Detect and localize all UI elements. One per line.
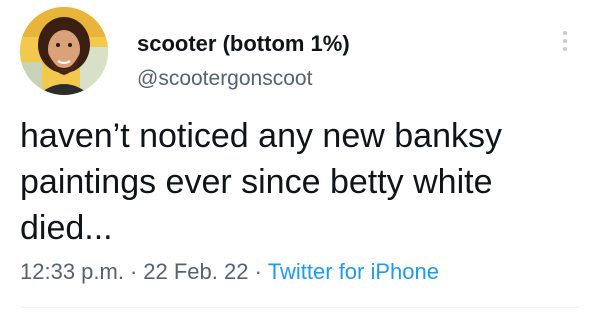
avatar-image [20,7,108,95]
divider [20,307,580,308]
tweet-source-link[interactable]: Twitter for iPhone [268,259,439,284]
avatar[interactable] [20,7,108,95]
tweet-card: scooter (bottom 1%) @scootergonscoot hav… [0,0,600,315]
display-name[interactable]: scooter (bottom 1%) [137,31,350,57]
tweet-header: scooter (bottom 1%) @scootergonscoot [20,5,580,95]
tweet-meta: 12:33 p.m. · 22 Feb. 22 · Twitter for iPhone [20,259,439,285]
tweet-text-line: died... [20,209,113,247]
tweet-text: haven’t noticed any new banksy paintings… [20,113,580,251]
tweet-time[interactable]: 12:33 p.m. [20,259,124,284]
meta-separator: · [254,259,262,284]
tweet-text-line: haven’t noticed any new banksy [20,117,502,155]
more-vertical-icon[interactable] [560,31,570,57]
meta-separator: · [129,259,138,284]
tweet-date[interactable]: 22 Feb. 22 [143,259,248,284]
user-handle[interactable]: @scootergonscoot [137,67,312,91]
tweet-text-line: paintings ever since betty white [20,163,493,201]
